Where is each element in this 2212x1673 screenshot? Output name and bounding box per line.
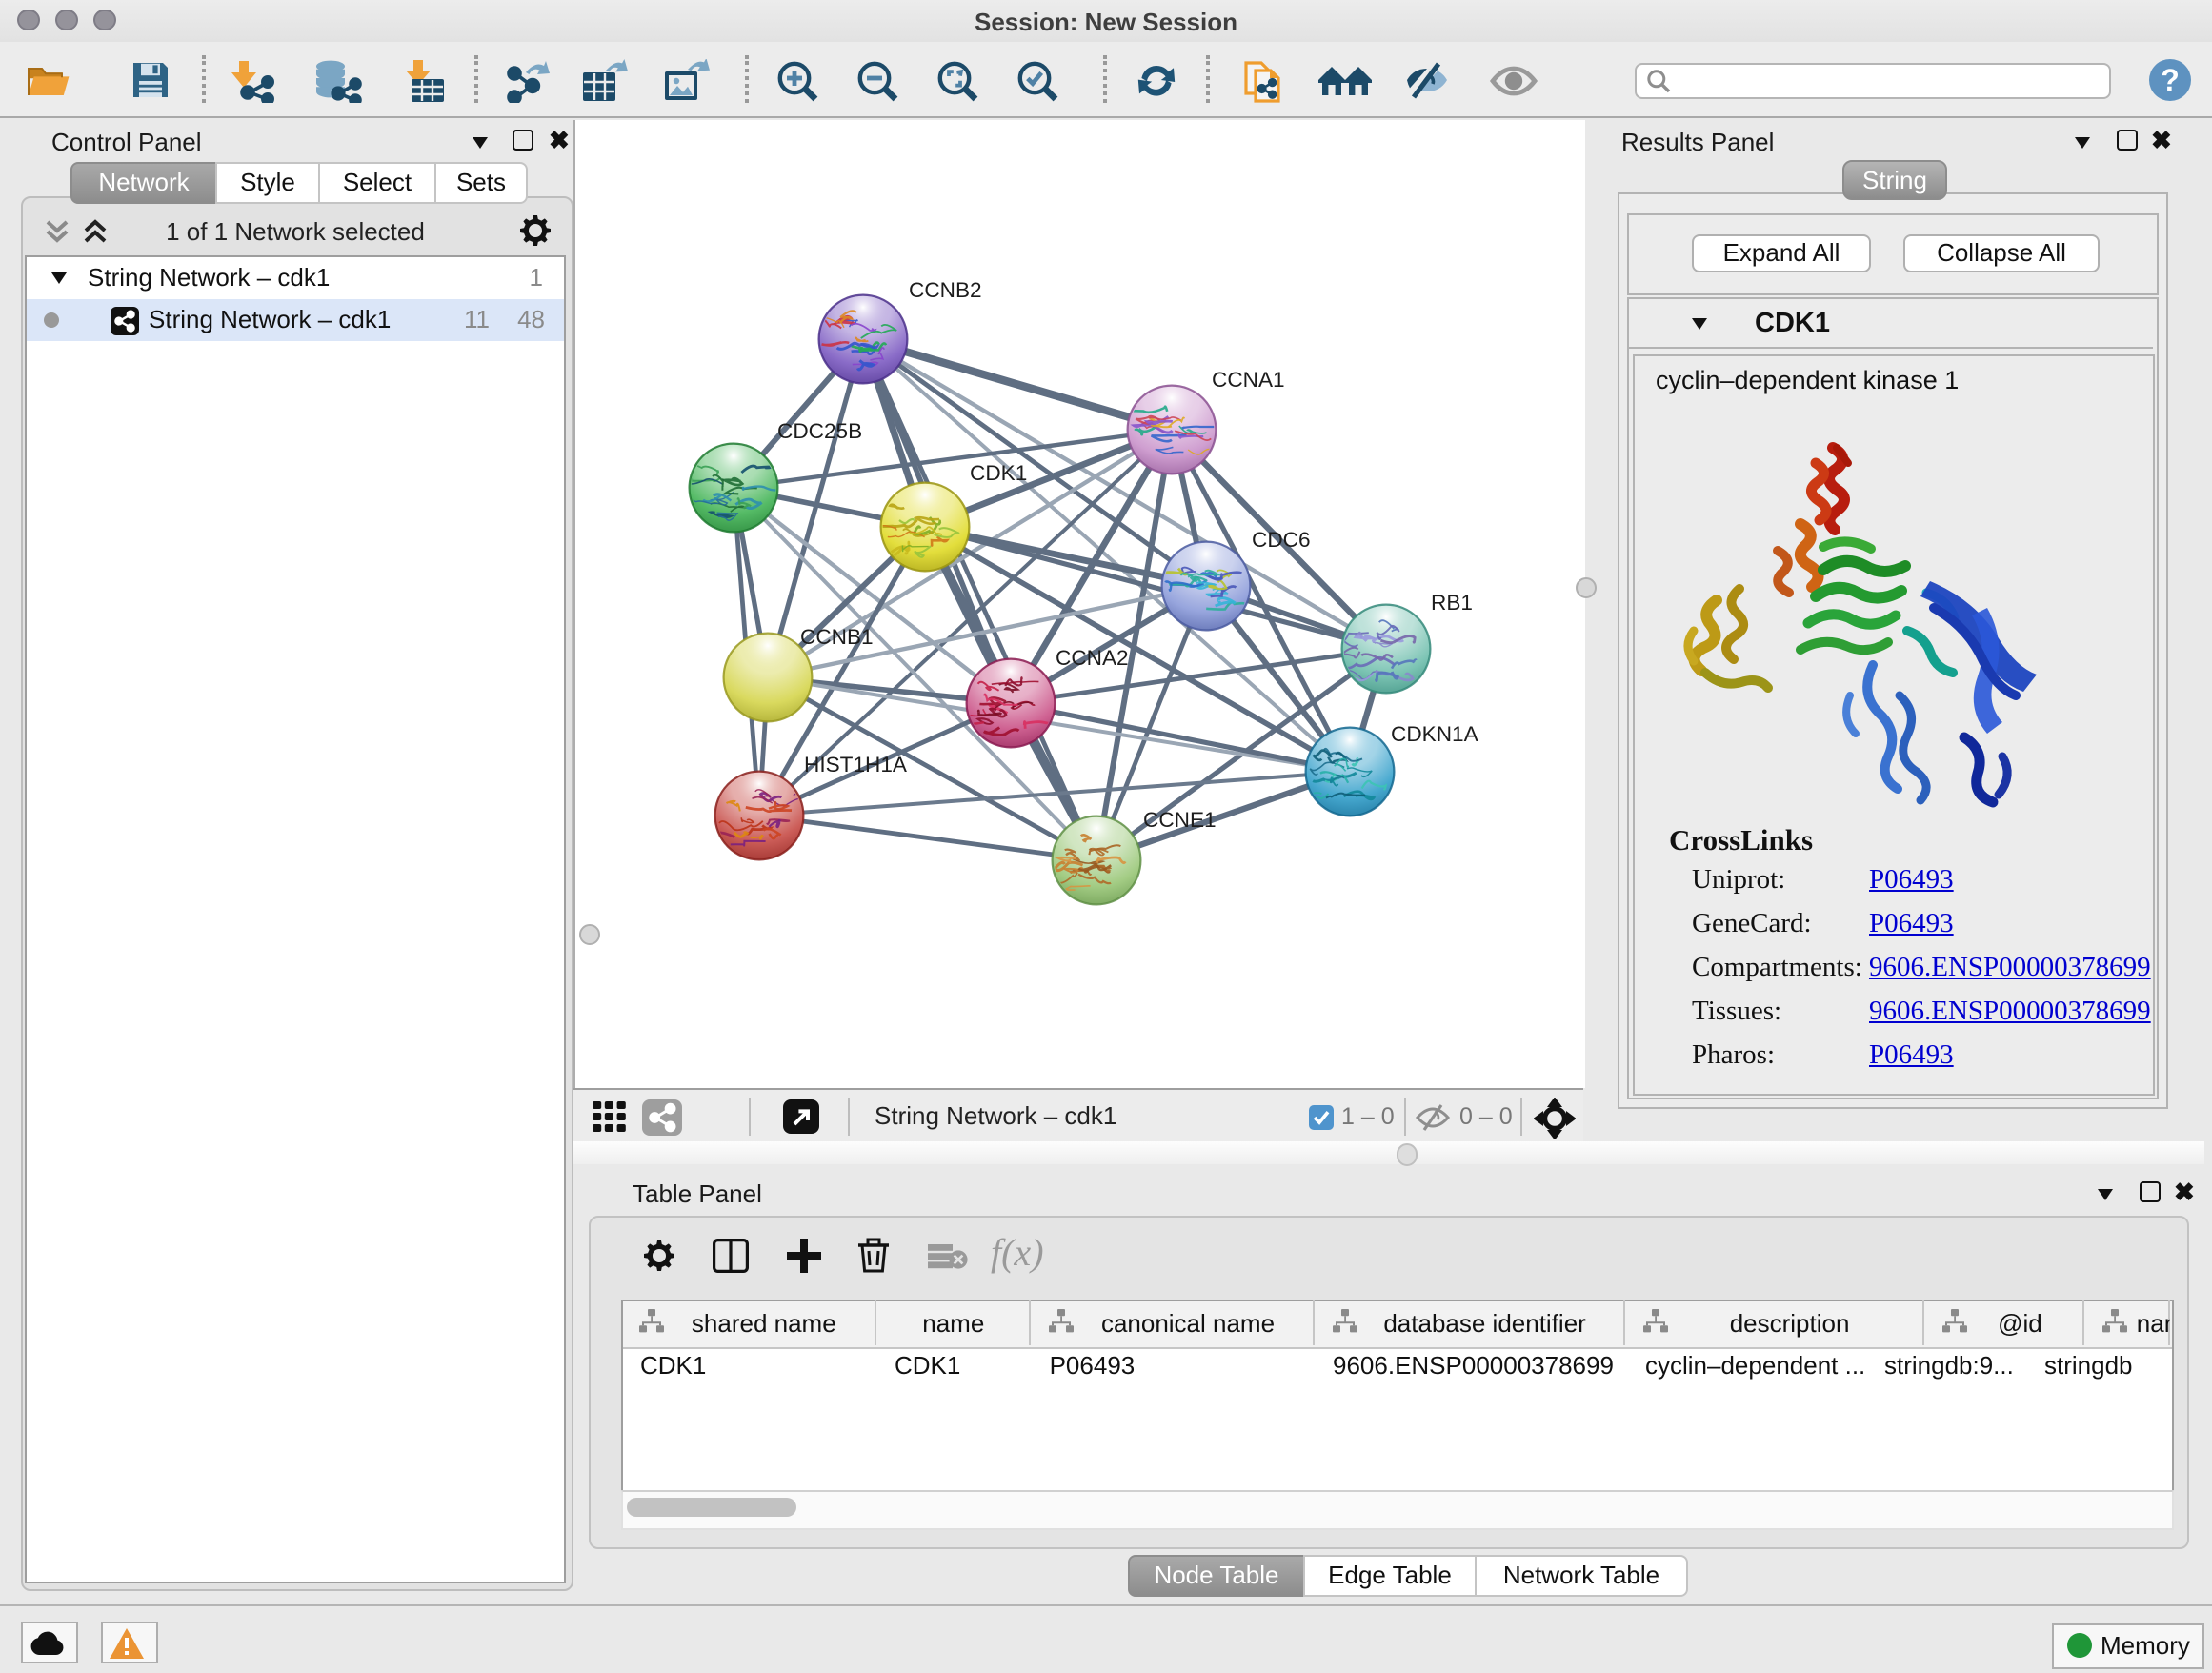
svg-text:CCNA1: CCNA1 (1212, 368, 1285, 392)
svg-text:CCNB1: CCNB1 (800, 625, 874, 649)
svg-text:CCNA2: CCNA2 (1056, 646, 1129, 670)
svg-text:CDC25B: CDC25B (777, 419, 862, 443)
svg-text:CDK1: CDK1 (970, 461, 1027, 485)
svg-text:RB1: RB1 (1431, 591, 1473, 615)
svg-text:HIST1H1A: HIST1H1A (804, 753, 908, 776)
svg-text:CDC6: CDC6 (1252, 528, 1311, 552)
svg-text:CCNB2: CCNB2 (909, 278, 982, 302)
svg-text:CDKN1A: CDKN1A (1391, 722, 1479, 746)
svg-text:?: ? (2161, 63, 2180, 97)
svg-text:CCNE1: CCNE1 (1143, 808, 1217, 832)
